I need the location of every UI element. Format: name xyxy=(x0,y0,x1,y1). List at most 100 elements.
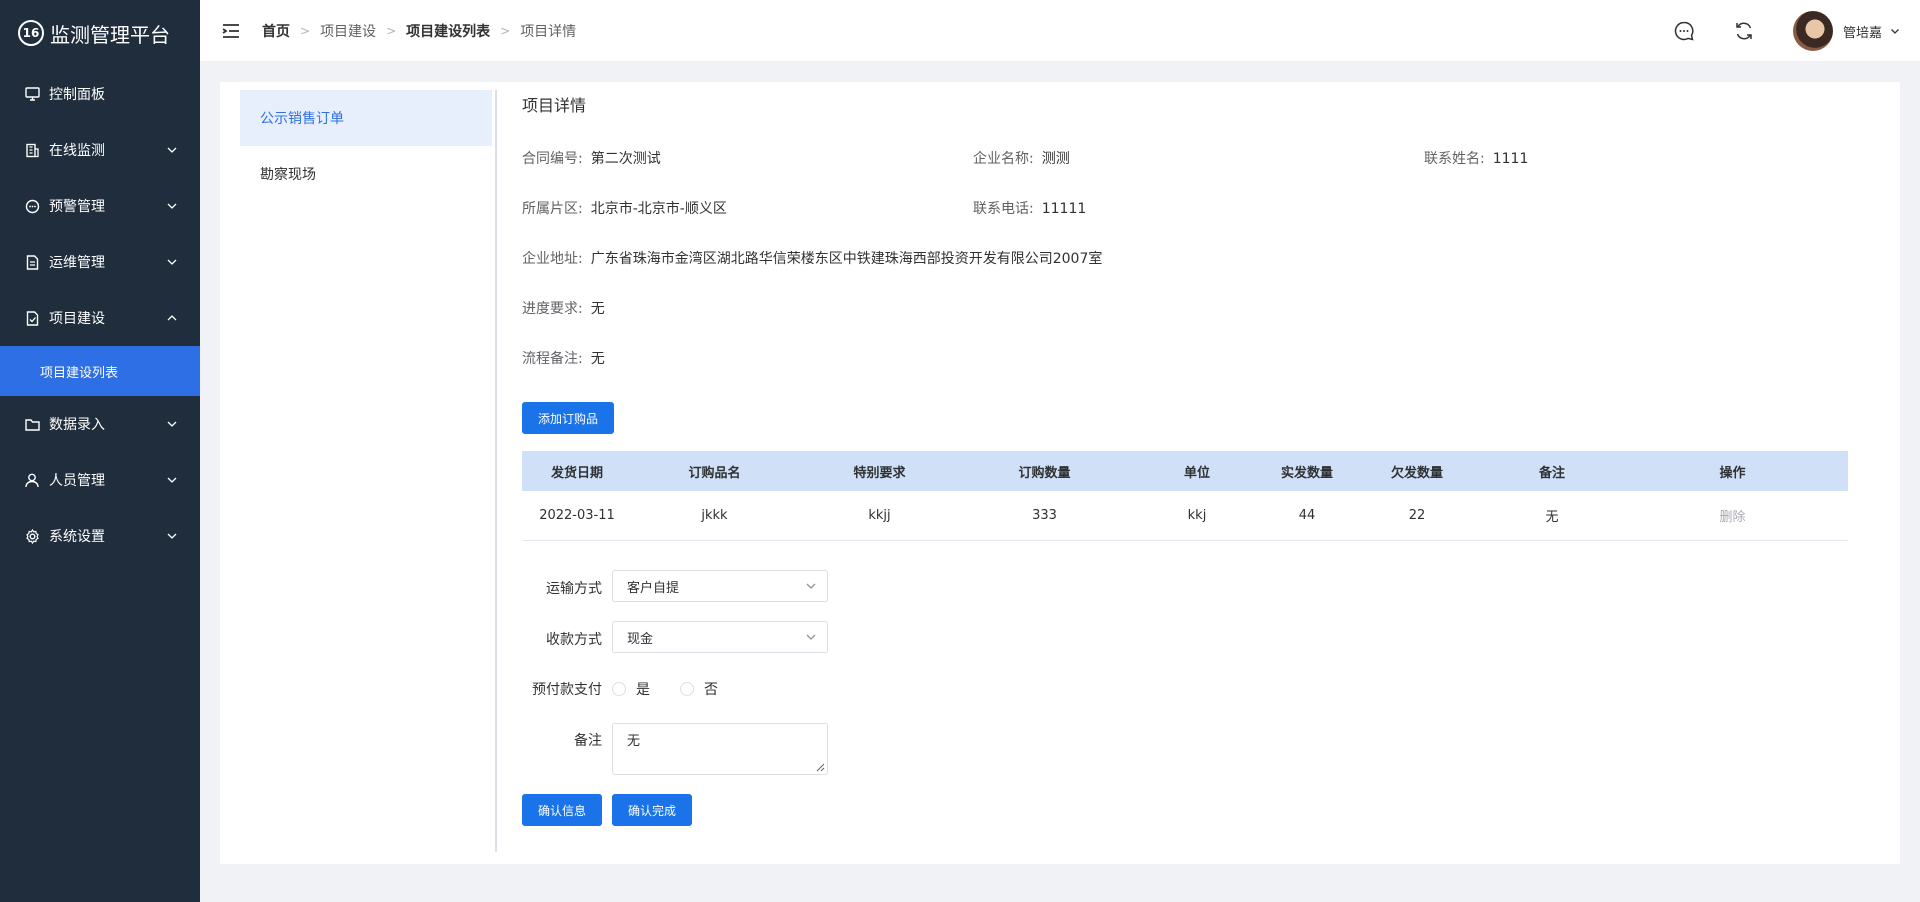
menu-fold-icon[interactable] xyxy=(221,21,241,41)
confirm-info-button[interactable]: 确认信息 xyxy=(522,794,602,826)
message-icon[interactable] xyxy=(1673,20,1695,42)
sidebar-item-label: 预警管理 xyxy=(49,199,105,215)
chevron-down-icon xyxy=(167,203,177,209)
info-process-note: 流程备注: 无 xyxy=(522,348,605,368)
folder-icon xyxy=(24,416,40,432)
user-name[interactable]: 管培嘉 xyxy=(1843,22,1882,41)
breadcrumb-project[interactable]: 项目建设 xyxy=(320,21,376,41)
chevron-down-icon xyxy=(167,147,177,153)
building-icon xyxy=(24,142,40,158)
sidebar-item-dashboard[interactable]: 控制面板 xyxy=(0,66,200,122)
info-label: 进度要求: xyxy=(522,301,583,317)
info-progress-requirement: 进度要求: 无 xyxy=(522,298,605,318)
table-header-cell: 发货日期 xyxy=(550,465,603,481)
tab-sales-order[interactable]: 公示销售订单 xyxy=(240,90,492,146)
sidebar-item-online-monitor[interactable]: 在线监测 xyxy=(0,122,200,178)
delete-link[interactable]: 删除 xyxy=(1617,506,1848,525)
table-cell: 无 xyxy=(1545,510,1559,525)
info-label: 流程备注: xyxy=(522,351,583,367)
info-label: 所属片区: xyxy=(522,201,583,217)
add-order-item-button[interactable]: 添加订购品 xyxy=(522,402,614,434)
user-icon xyxy=(24,472,40,488)
top-header: 首页 > 项目建设 > 项目建设列表 > 项目详情 管培嘉 xyxy=(200,0,1920,62)
info-value: 测测 xyxy=(1041,151,1070,167)
logo-mark-icon: 16 xyxy=(18,20,44,46)
breadcrumb: 首页 > 项目建设 > 项目建设列表 > 项目详情 xyxy=(262,21,576,41)
payment-label: 收款方式 xyxy=(546,632,602,648)
breadcrumb-project-list[interactable]: 项目建设列表 xyxy=(406,21,490,41)
sidebar-item-personnel[interactable]: 人员管理 xyxy=(0,452,200,508)
radio-label: 否 xyxy=(704,682,718,698)
transport-select[interactable]: 客户自提 xyxy=(612,570,828,602)
remark-textarea[interactable]: 无 xyxy=(612,723,828,775)
info-label: 企业地址: xyxy=(522,251,583,267)
avatar[interactable] xyxy=(1792,11,1833,51)
info-contact-name: 联系姓名: 1111 xyxy=(1424,148,1528,168)
resize-grip-icon[interactable] xyxy=(815,762,825,772)
table-header: 发货日期 订购品名 特别要求 订购数量 单位 实发数量 欠发数量 备注 操作 xyxy=(522,451,1848,491)
confirm-done-button[interactable]: 确认完成 xyxy=(612,794,692,826)
info-label: 企业名称: xyxy=(973,151,1034,167)
sidebar-item-settings[interactable]: 系统设置 xyxy=(0,508,200,564)
breadcrumb-separator-icon: > xyxy=(500,23,511,38)
info-value: 第二次测试 xyxy=(590,151,661,167)
settings-icon xyxy=(24,528,40,544)
refresh-icon[interactable] xyxy=(1733,20,1755,42)
sidebar-item-ops[interactable]: 运维管理 xyxy=(0,234,200,290)
sidebar-item-label: 控制面板 xyxy=(49,87,105,103)
sidebar-item-alert[interactable]: 预警管理 xyxy=(0,178,200,234)
sidebar-item-project[interactable]: 项目建设 xyxy=(0,290,200,346)
chevron-up-icon xyxy=(167,315,177,321)
info-value: 无 xyxy=(590,351,605,367)
info-contract-no: 合同编号: 第二次测试 xyxy=(522,148,661,168)
table-cell: kkj xyxy=(1187,508,1207,523)
radio-circle-icon xyxy=(680,682,694,696)
sidebar-item-label: 运维管理 xyxy=(49,255,105,271)
prepay-radio-yes[interactable]: 是 xyxy=(612,679,650,699)
table-cell: kkjj xyxy=(868,508,891,523)
info-region: 所属片区: 北京市-北京市-顺义区 xyxy=(522,198,727,218)
table-cell: 2022-03-11 xyxy=(539,508,615,523)
app-title: 监测管理平台 xyxy=(50,22,170,47)
transport-select-value: 客户自提 xyxy=(627,580,680,596)
monitor-icon xyxy=(24,86,40,102)
document-check-icon xyxy=(24,310,40,326)
payment-select-value: 现金 xyxy=(627,631,654,647)
sidebar-item-data-entry[interactable]: 数据录入 xyxy=(0,396,200,452)
info-value: 北京市-北京市-顺义区 xyxy=(590,201,727,217)
header-actions: 管培嘉 xyxy=(1673,0,1900,62)
chevron-down-icon[interactable] xyxy=(1890,26,1900,36)
chat-icon xyxy=(24,198,40,214)
chevron-down-icon xyxy=(167,259,177,265)
info-value: 1111 xyxy=(1492,151,1529,167)
vertical-tabs: 公示销售订单 勘察现场 xyxy=(240,90,492,202)
payment-select[interactable]: 现金 xyxy=(612,621,828,653)
chevron-down-icon xyxy=(806,583,816,589)
table-header-cell: 订购品名 xyxy=(688,465,741,481)
sidebar-item-label: 项目建设 xyxy=(49,311,105,327)
remark-text: 无 xyxy=(627,734,641,749)
info-company-address: 企业地址: 广东省珠海市金湾区湖北路华信荣楼东区中铁建珠海西部投资开发有限公司20… xyxy=(522,248,1102,268)
app-logo[interactable]: 16 监测管理平台 xyxy=(0,0,200,66)
info-value: 11111 xyxy=(1041,201,1087,217)
table-header-cell: 备注 xyxy=(1538,465,1565,481)
info-label: 合同编号: xyxy=(522,151,583,167)
sidebar-item-label: 系统设置 xyxy=(49,529,105,545)
chevron-down-icon xyxy=(167,421,177,427)
tab-divider xyxy=(495,90,497,852)
sidebar-item-label: 在线监测 xyxy=(49,143,105,159)
table-cell: 22 xyxy=(1408,508,1426,523)
sidebar: 16 监测管理平台 控制面板 在线监测 预警管理 运维管理 项目建设 项目建设列… xyxy=(0,0,200,902)
tab-site-survey[interactable]: 勘察现场 xyxy=(240,146,492,202)
info-company-name: 企业名称: 测测 xyxy=(973,148,1070,168)
info-label: 联系电话: xyxy=(973,201,1034,217)
sidebar-subitem-project-list[interactable]: 项目建设列表 xyxy=(0,346,200,396)
radio-label: 是 xyxy=(636,682,650,698)
table-header-cell: 特别要求 xyxy=(853,465,906,481)
prepay-radio-no[interactable]: 否 xyxy=(680,679,718,699)
breadcrumb-home[interactable]: 首页 xyxy=(262,21,290,41)
chevron-down-icon xyxy=(806,634,816,640)
document-icon xyxy=(24,254,40,270)
radio-circle-icon xyxy=(612,682,626,696)
detail-title: 项目详情 xyxy=(522,96,587,115)
